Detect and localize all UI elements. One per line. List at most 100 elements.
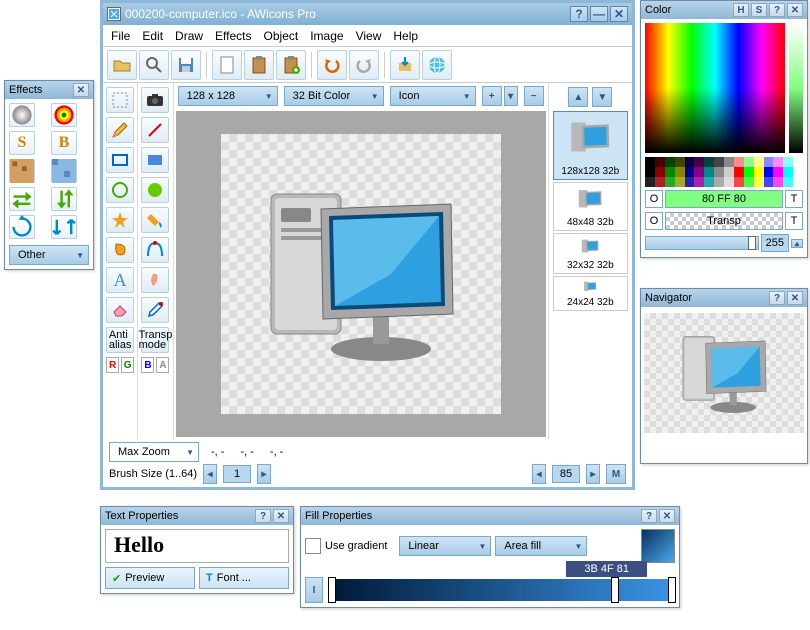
format-128[interactable]: 128x128 32b: [553, 111, 628, 180]
add-format-button[interactable]: +: [482, 86, 502, 106]
paste-button[interactable]: [244, 50, 274, 80]
brush-inc[interactable]: ▸: [257, 464, 271, 484]
transpmode-toggle[interactable]: Transp mode: [141, 327, 169, 353]
format-32[interactable]: 32x32 32b: [553, 233, 628, 274]
color-h-button[interactable]: H: [733, 3, 749, 17]
ellipse-tool[interactable]: [106, 177, 134, 203]
navigator-help-button[interactable]: ?: [769, 291, 785, 305]
menu-effects[interactable]: Effects: [215, 29, 251, 43]
picker-tool[interactable]: [141, 297, 169, 323]
eraser-tool[interactable]: [106, 297, 134, 323]
format-48[interactable]: 48x48 32b: [553, 182, 628, 231]
minimize-button[interactable]: —: [590, 6, 608, 22]
close-button[interactable]: ✕: [610, 6, 628, 22]
redo-button[interactable]: [349, 50, 379, 80]
rect-tool[interactable]: [106, 147, 134, 173]
menu-file[interactable]: File: [111, 29, 130, 43]
type-combo[interactable]: Icon: [390, 86, 476, 106]
depth-combo[interactable]: 32 Bit Color: [284, 86, 384, 106]
zoom-combo[interactable]: Max Zoom: [109, 442, 199, 462]
effect-b-icon[interactable]: B: [51, 131, 77, 155]
rect-fill-tool[interactable]: [141, 147, 169, 173]
effect-swap-h-icon[interactable]: [9, 187, 35, 211]
menu-image[interactable]: Image: [310, 29, 343, 43]
gradient-i-button[interactable]: I: [305, 577, 323, 603]
color-picker[interactable]: [645, 23, 785, 153]
effect-s-icon[interactable]: S: [9, 131, 35, 155]
fg-color[interactable]: 80 FF 80: [665, 190, 783, 208]
swatch-grid[interactable]: [645, 157, 803, 187]
fg-o-button[interactable]: O: [645, 190, 663, 208]
channel-r[interactable]: R: [106, 357, 119, 373]
menu-object[interactable]: Object: [264, 29, 299, 43]
brush-dec[interactable]: ◂: [203, 464, 217, 484]
channel-g[interactable]: G: [121, 357, 134, 373]
effect-rotate-icon[interactable]: [9, 215, 35, 239]
help-button[interactable]: ?: [570, 6, 588, 22]
shape-tool[interactable]: [106, 237, 134, 263]
hscroll-right[interactable]: ▸: [586, 464, 600, 484]
smudge-tool[interactable]: [141, 267, 169, 293]
textprops-close-button[interactable]: ✕: [273, 509, 289, 523]
luminance-bar[interactable]: [789, 23, 803, 153]
hscroll-value[interactable]: 85: [552, 465, 580, 483]
remove-format-button[interactable]: −: [524, 86, 544, 106]
fill-mode-combo[interactable]: Area fill: [495, 536, 587, 556]
use-gradient-checkbox[interactable]: [305, 538, 321, 554]
gradient-type-combo[interactable]: Linear: [399, 536, 491, 556]
antialias-toggle[interactable]: Anti alias: [106, 327, 134, 353]
save-button[interactable]: [171, 50, 201, 80]
pencil-tool[interactable]: [106, 117, 134, 143]
menu-view[interactable]: View: [356, 29, 382, 43]
size-combo[interactable]: 128 x 128: [178, 86, 278, 106]
font-button[interactable]: TFont ...: [199, 567, 289, 589]
effect-swap-v-icon[interactable]: [51, 187, 77, 211]
extract-button[interactable]: [390, 50, 420, 80]
paste-new-button[interactable]: [276, 50, 306, 80]
navigator-view[interactable]: [644, 313, 804, 433]
alpha-value[interactable]: 255: [761, 234, 789, 252]
canvas-viewport[interactable]: [176, 111, 546, 437]
select-tool[interactable]: [106, 87, 134, 113]
effect-flip-icon[interactable]: [51, 215, 77, 239]
zoom-button[interactable]: [139, 50, 169, 80]
hscroll-left[interactable]: ◂: [532, 464, 546, 484]
alpha-slider[interactable]: [645, 236, 759, 250]
effect-rainbow-icon[interactable]: [51, 103, 77, 127]
effect-pattern1-icon[interactable]: [9, 159, 35, 183]
preview-button[interactable]: ✔Preview: [105, 567, 195, 589]
effect-sphere-icon[interactable]: [9, 103, 35, 127]
effects-close-button[interactable]: ✕: [73, 83, 89, 97]
color-s-button[interactable]: S: [751, 3, 767, 17]
bg-color[interactable]: Transp: [665, 212, 783, 230]
menu-edit[interactable]: Edit: [142, 29, 163, 43]
gradient-bar[interactable]: [329, 579, 675, 601]
alpha-up[interactable]: ▴: [791, 239, 803, 248]
add-format-menu[interactable]: ▾: [504, 86, 518, 106]
hscroll-m[interactable]: M: [606, 464, 626, 484]
color-close-button[interactable]: ✕: [787, 3, 803, 17]
bg-t-button[interactable]: T: [785, 212, 803, 230]
text-tool[interactable]: A: [106, 267, 134, 293]
star-tool[interactable]: [106, 207, 134, 233]
menu-draw[interactable]: Draw: [175, 29, 203, 43]
web-button[interactable]: [422, 50, 452, 80]
color-help-button[interactable]: ?: [769, 3, 785, 17]
textprops-help-button[interactable]: ?: [255, 509, 271, 523]
line-tool[interactable]: [141, 117, 169, 143]
new-doc-button[interactable]: [212, 50, 242, 80]
curve-tool[interactable]: [141, 237, 169, 263]
ellipse-fill-tool[interactable]: [141, 177, 169, 203]
channel-b[interactable]: B: [141, 357, 154, 373]
fillprops-close-button[interactable]: ✕: [659, 509, 675, 523]
effect-pattern2-icon[interactable]: [51, 159, 77, 183]
open-button[interactable]: [107, 50, 137, 80]
camera-tool[interactable]: [141, 87, 169, 113]
undo-button[interactable]: [317, 50, 347, 80]
format-down-button[interactable]: ▼: [592, 87, 612, 107]
navigator-close-button[interactable]: ✕: [787, 291, 803, 305]
canvas[interactable]: [221, 134, 501, 414]
brush-value[interactable]: 1: [223, 465, 251, 483]
fg-t-button[interactable]: T: [785, 190, 803, 208]
fillprops-help-button[interactable]: ?: [641, 509, 657, 523]
